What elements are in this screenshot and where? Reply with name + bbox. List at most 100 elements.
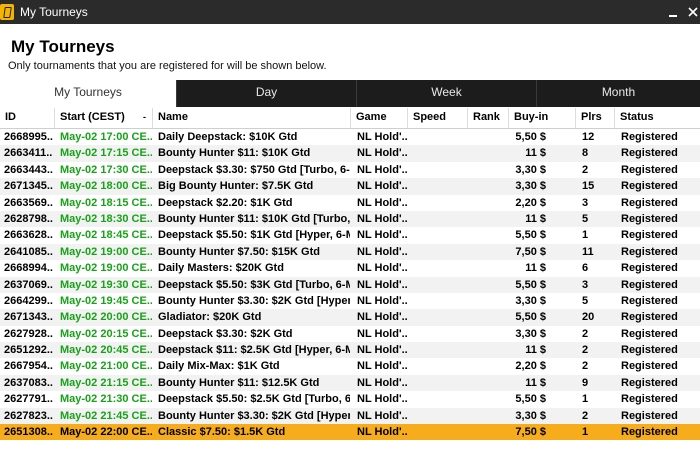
cell-id: 2668994..: [4, 262, 53, 275]
cell-name: Deepstack $3.30: $2K Gtd: [158, 327, 293, 340]
cell-plrs: 9: [582, 376, 589, 389]
cell-rank: [474, 424, 508, 440]
cell-rank: [474, 195, 508, 211]
window-title: My Tourneys: [20, 5, 88, 19]
cell-game: NL Hold'...: [357, 229, 407, 242]
tab-week[interactable]: Week: [356, 80, 536, 107]
table-row[interactable]: 2663628.. May-02 18:45 CE.. Deepstack $5.5…: [0, 227, 700, 243]
cell-speed: [414, 424, 466, 440]
cell-game: NL Hold'...: [357, 196, 407, 209]
cell-start: May-02 18:30 CE..: [60, 212, 152, 225]
table-row[interactable]: 2663443.. May-02 17:30 CE.. Deepstack $3.3…: [0, 162, 700, 178]
cell-start: May-02 18:15 CE..: [60, 196, 152, 209]
column-header-buyin[interactable]: Buy-in: [509, 108, 576, 128]
table-row[interactable]: 2671345.. May-02 18:00 CE.. Big Bounty Hun…: [0, 178, 700, 195]
table-row[interactable]: 2663411.. May-02 17:15 CE.. Bounty Hunter …: [0, 145, 700, 162]
cell-status: Registered: [621, 180, 678, 193]
cell-speed: [414, 358, 466, 374]
cell-speed: [414, 326, 466, 342]
table-header: ID Start (CEST) - Name Game Speed Rank Bu…: [0, 108, 700, 129]
cell-speed: [414, 408, 466, 424]
cell-id: 2637069..: [4, 278, 53, 291]
tourney-table: ID Start (CEST) - Name Game Speed Rank Bu…: [0, 108, 700, 444]
cell-game: NL Hold'...: [357, 245, 407, 258]
column-header-status[interactable]: Status: [615, 108, 700, 128]
cell-plrs: 2: [582, 409, 589, 422]
cell-buyin: 7,50 $: [515, 426, 546, 439]
cell-id: 2627928..: [4, 327, 53, 340]
close-button[interactable]: [684, 3, 700, 21]
table-row[interactable]: 2627823.. May-02 21:45 CE.. Bounty Hunter …: [0, 407, 700, 425]
table-row[interactable]: 2671343.. May-02 20:00 CE.. Gladiator: $20…: [0, 309, 700, 326]
cell-status: Registered: [621, 426, 678, 439]
cell-name: Classic $7.50: $1.5K Gtd: [158, 426, 286, 439]
cell-game: NL Hold'...: [357, 344, 407, 357]
column-header-rank[interactable]: Rank: [468, 108, 509, 128]
cell-start: May-02 19:30 CE..: [60, 278, 152, 291]
cell-status: Registered: [621, 327, 678, 340]
table-row[interactable]: 2651292.. May-02 20:45 CE.. Deepstack $11:…: [0, 342, 700, 359]
table-row[interactable]: 2667954.. May-02 21:00 CE.. Daily Mix-Max:…: [0, 358, 700, 374]
cell-status: Registered: [621, 409, 678, 422]
cell-id: 2663443..: [4, 163, 53, 176]
cell-name: Bounty Hunter $7.50: $15K Gtd: [158, 245, 320, 258]
cell-id: 2651308..: [4, 426, 53, 439]
cell-plrs: 5: [582, 212, 589, 225]
tab-day[interactable]: Day: [176, 80, 356, 107]
cell-rank: [474, 129, 508, 145]
table-row[interactable]: 2628798.. May-02 18:30 CE.. Bounty Hunter …: [0, 210, 700, 228]
table-row[interactable]: 2637083.. May-02 21:15 CE.. Bounty Hunter …: [0, 374, 700, 392]
cell-status: Registered: [621, 212, 678, 225]
cell-game: NL Hold'...: [357, 327, 407, 340]
column-header-speed[interactable]: Speed: [408, 108, 468, 128]
table-row[interactable]: 2668995.. May-02 17:00 CE.. Daily Deepstac…: [0, 129, 700, 145]
cell-speed: [414, 244, 466, 260]
column-header-id[interactable]: ID: [0, 108, 55, 128]
cell-start: May-02 22:00 CE..: [60, 426, 152, 439]
cell-name: Daily Mix-Max: $1K Gtd: [158, 360, 280, 373]
cell-rank: [474, 342, 508, 358]
cell-buyin: 3,30 $: [515, 409, 546, 422]
cell-status: Registered: [621, 311, 678, 324]
cell-id: 2637083..: [4, 376, 53, 389]
cell-buyin: 5,50 $: [515, 278, 546, 291]
table-row[interactable]: 2663569.. May-02 18:15 CE.. Deepstack $2.2…: [0, 195, 700, 211]
column-header-plrs[interactable]: Plrs: [576, 108, 615, 128]
cell-start: May-02 20:00 CE..: [60, 311, 152, 324]
cell-speed: [414, 293, 466, 309]
cell-game: NL Hold'...: [357, 360, 407, 373]
tab-my-tourneys[interactable]: My Tourneys: [0, 80, 176, 107]
table-row[interactable]: 2637069.. May-02 19:30 CE.. Deepstack $5.5…: [0, 276, 700, 293]
cell-buyin: 11 $: [525, 147, 546, 160]
cell-start: May-02 19:45 CE..: [60, 294, 152, 307]
table-row[interactable]: 2627928.. May-02 20:15 CE.. Deepstack $3.3…: [0, 326, 700, 342]
cell-buyin: 3,30 $: [515, 180, 546, 193]
cell-speed: [414, 260, 466, 276]
cell-id: 2651292..: [4, 344, 53, 357]
column-header-name[interactable]: Name: [153, 108, 351, 128]
cell-status: Registered: [621, 147, 678, 160]
table-row[interactable]: 2668994.. May-02 19:00 CE.. Daily Masters:…: [0, 260, 700, 276]
tab-month[interactable]: Month: [536, 80, 700, 107]
table-row[interactable]: 2641085.. May-02 19:00 CE.. Bounty Hunter …: [0, 243, 700, 261]
cell-plrs: 1: [582, 426, 589, 439]
cell-speed: [414, 309, 466, 325]
cell-status: Registered: [621, 278, 678, 291]
cell-start: May-02 19:00 CE..: [60, 245, 152, 258]
cell-speed: [414, 342, 466, 358]
cell-id: 2627823..: [4, 409, 53, 422]
cell-plrs: 20: [582, 311, 595, 324]
table-row[interactable]: 2664299.. May-02 19:45 CE.. Bounty Hunter …: [0, 293, 700, 309]
cell-name: Deepstack $5.50: $1K Gtd [Hyper, 6-M...: [158, 229, 350, 242]
page-title: My Tourneys: [11, 37, 115, 56]
cell-status: Registered: [621, 360, 678, 373]
cell-buyin: 3,30 $: [515, 294, 546, 307]
table-row[interactable]: 2627791.. May-02 21:30 CE.. Deepstack $5.5…: [0, 391, 700, 407]
cell-game: NL Hold'...: [357, 262, 407, 275]
table-row[interactable]: 2651308.. May-02 22:00 CE.. Classic $7.50:…: [0, 424, 700, 441]
minimize-button[interactable]: [664, 3, 682, 21]
cell-name: Bounty Hunter $11: $10K Gtd [Turbo, ...: [158, 212, 350, 225]
cell-name: Bounty Hunter $3.30: $2K Gtd [Hyper, ...: [158, 294, 350, 307]
column-header-start[interactable]: Start (CEST) -: [55, 108, 153, 128]
column-header-game[interactable]: Game: [351, 108, 408, 128]
